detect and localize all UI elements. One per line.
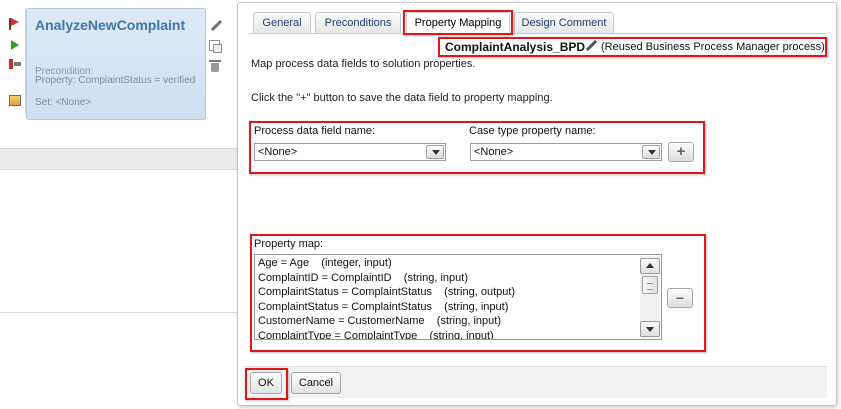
copy-icon[interactable] bbox=[209, 40, 222, 53]
map-tool-icon[interactable] bbox=[9, 59, 21, 69]
activity-card[interactable]: AnalyzeNewComplaint Precondition: Proper… bbox=[26, 8, 206, 120]
intro-text: Map process data fields to solution prop… bbox=[251, 58, 476, 70]
trash-icon[interactable] bbox=[209, 60, 221, 72]
image-icon[interactable] bbox=[9, 95, 21, 106]
tab-preconditions[interactable]: Preconditions bbox=[315, 12, 401, 34]
set-value: Set: <None> bbox=[35, 97, 92, 108]
highlight-tab bbox=[403, 10, 513, 35]
highlight-ok bbox=[245, 368, 288, 400]
canvas-divider bbox=[0, 312, 240, 313]
highlight-property-map bbox=[250, 234, 706, 352]
tab-general[interactable]: General bbox=[253, 12, 311, 34]
tab-underline bbox=[250, 33, 826, 34]
canvas-band bbox=[0, 148, 240, 170]
pencil-icon[interactable] bbox=[210, 19, 223, 32]
flag-icon[interactable] bbox=[9, 18, 19, 30]
highlight-mapping bbox=[249, 121, 705, 174]
activity-name[interactable]: AnalyzeNewComplaint bbox=[35, 17, 185, 33]
tab-design-comment[interactable]: Design Comment bbox=[514, 12, 614, 34]
cancel-button[interactable]: Cancel bbox=[291, 372, 341, 394]
precondition-value: Property: ComplaintStatus = verified bbox=[35, 75, 196, 86]
hint-text: Click the "+" button to save the data fi… bbox=[251, 92, 553, 104]
highlight-bpd bbox=[438, 37, 827, 57]
play-icon[interactable] bbox=[11, 40, 19, 50]
